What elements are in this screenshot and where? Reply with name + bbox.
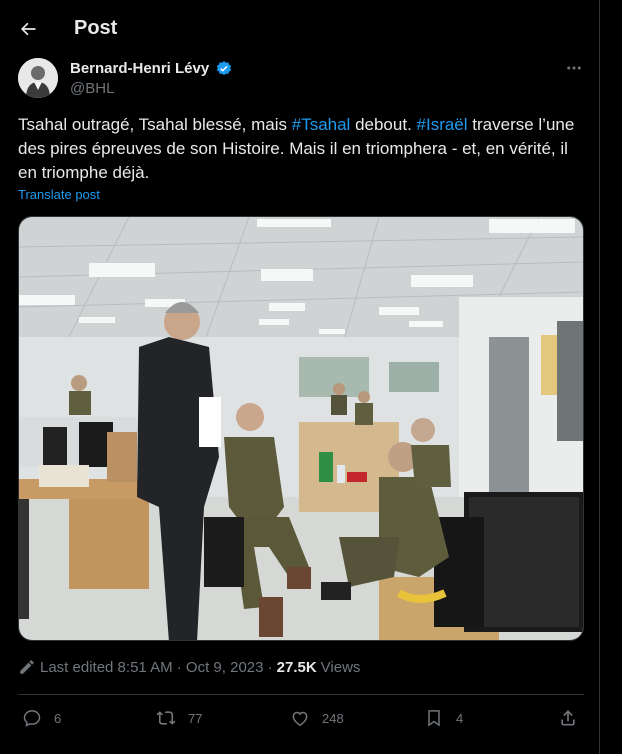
author-name[interactable]: Bernard-Henri Lévy (70, 60, 209, 77)
page-title: Post (74, 17, 118, 39)
translate-post-link[interactable]: Translate post (18, 187, 100, 202)
tweet-text: Tsahal outragé, Tsahal blessé, mais #Tsa… (18, 113, 583, 185)
views-label: Views (320, 658, 361, 676)
tweet-photo[interactable] (18, 216, 584, 641)
share-icon (561, 710, 575, 726)
more-icon (567, 66, 581, 70)
verified-badge-icon (216, 61, 232, 76)
avatar[interactable] (18, 58, 58, 98)
bookmark-icon (428, 710, 440, 727)
repost-icon (156, 711, 176, 725)
views-count[interactable]: 27.5K (277, 659, 317, 676)
author-handle[interactable]: @BHL (70, 80, 114, 97)
reply-button[interactable]: 6 (22, 706, 61, 730)
tweet-text-part: Tsahal outragé, Tsahal blessé, mais (18, 115, 292, 134)
edit-pencil-icon (20, 660, 34, 674)
like-count: 248 (322, 710, 344, 726)
back-button[interactable] (14, 15, 42, 43)
divider (18, 694, 584, 695)
post-header: Post (0, 0, 600, 58)
reply-count: 6 (54, 710, 62, 726)
hashtag-link[interactable]: #Tsahal (292, 115, 351, 134)
like-button[interactable]: 248 (290, 706, 344, 730)
like-icon (292, 711, 308, 727)
post-meta: Last edited 8:51 AM · Oct 9, 2023 · 27.5… (18, 658, 360, 676)
edited-timestamp[interactable]: Last edited 8:51 AM · Oct 9, 2023 · (40, 659, 273, 676)
bookmark-button[interactable]: 4 (424, 706, 463, 730)
back-arrow-icon (21, 22, 36, 36)
repost-count: 77 (188, 710, 203, 726)
bookmark-count: 4 (456, 710, 464, 726)
more-button[interactable] (560, 58, 588, 78)
post-column: Post Bernard-Henri Lévy @BHL Tsahal outr… (0, 0, 600, 754)
share-button[interactable] (558, 706, 578, 730)
hashtag-link[interactable]: #Israël (417, 115, 468, 134)
repost-button[interactable]: 77 (156, 706, 202, 730)
reply-icon (23, 710, 41, 727)
tweet-text-part: debout. (350, 115, 417, 134)
